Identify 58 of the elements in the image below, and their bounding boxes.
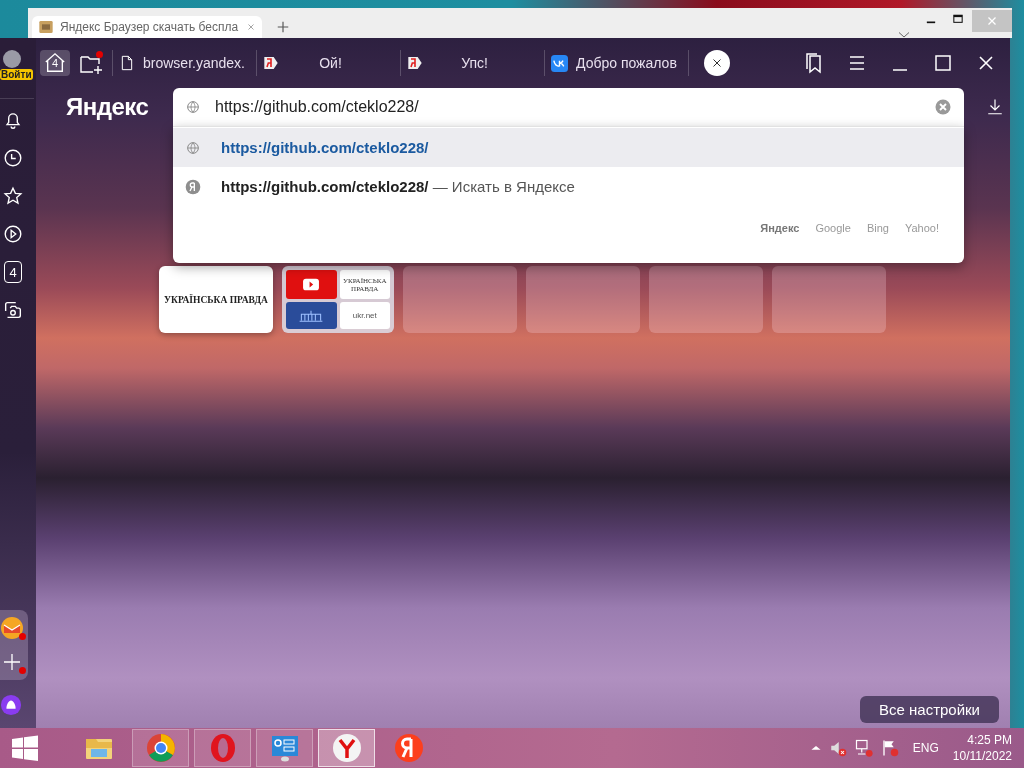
maximize-icon[interactable] [952,14,964,24]
chevron-down-icon [898,32,910,38]
star-icon[interactable] [2,185,24,207]
download-icon[interactable] [986,97,1004,116]
empty-tile[interactable] [526,266,640,333]
browser-tab[interactable]: Яндекс Браузер скачать беспла [32,16,262,38]
empty-tile[interactable] [649,266,763,333]
taskbar-button[interactable] [256,729,313,767]
suggestion-item[interactable]: https://github.com/cteklo228/ [173,128,964,167]
tab-counter[interactable]: 4 [4,261,22,283]
plus-icon[interactable] [276,20,290,34]
document-icon [119,54,135,72]
browser-tab[interactable]: Ой! [257,50,401,76]
home-button[interactable]: 4 [40,50,70,76]
suggestion-item[interactable]: https://github.com/cteklo228/ — Искать в Яндексе [173,167,964,206]
mini-tile: ukr.net [339,302,390,329]
logo[interactable]: Яндекс [66,92,173,121]
assistant-icon[interactable] [0,694,22,716]
start-icon[interactable] [10,733,40,763]
letter-logo-icon [392,732,425,764]
browser-tab[interactable]: Упс! [401,50,545,76]
search-engine-option[interactable]: Яндекс [760,222,800,234]
settings-button[interactable]: Все настройки [860,696,999,723]
envelope-icon[interactable] [0,616,24,640]
favicon-icon [38,19,54,35]
globe-icon [185,99,201,115]
login-badge[interactable]: Войти [0,69,33,80]
taskbar-button[interactable] [318,729,375,767]
y-logo-icon [330,732,363,764]
empty-tile[interactable] [772,266,886,333]
close-icon [986,15,998,27]
play-button-icon [302,278,321,291]
history-icon[interactable] [2,147,24,169]
clear-icon[interactable] [934,98,952,116]
clock-time[interactable]: 4:25 PM [967,732,1012,748]
browser-tab[interactable]: browser.yandex. [113,50,257,76]
square-logo-icon [551,54,568,72]
house-icon [43,52,67,74]
speed-dial-tile[interactable]: УКРАЇНСЬКА ПРАВДА [159,266,273,333]
taskbar-button[interactable] [132,729,189,767]
avatar-icon[interactable] [3,50,21,68]
flag-icon[interactable] [880,739,899,757]
clock-date[interactable]: 10/11/2022 [952,748,1012,764]
globe-icon [185,139,201,156]
caret-up-icon[interactable] [810,744,821,752]
play-icon[interactable] [2,223,24,245]
empty-tile[interactable] [403,266,517,333]
language-indicator[interactable]: ENG [912,741,939,755]
network-icon[interactable] [854,739,873,757]
round-logo-icon [144,732,177,764]
close-tab-button[interactable] [704,50,730,76]
camera-icon[interactable] [2,299,24,321]
browser-tab[interactable]: Добро пожалов [545,50,689,76]
tag-logo-icon [263,55,279,71]
speaker-muted-icon[interactable] [828,739,847,757]
tag-logo-icon [407,55,423,71]
search-logo-icon [185,178,201,195]
address-field[interactable]: https://github.com/cteklo228/ [173,88,964,126]
